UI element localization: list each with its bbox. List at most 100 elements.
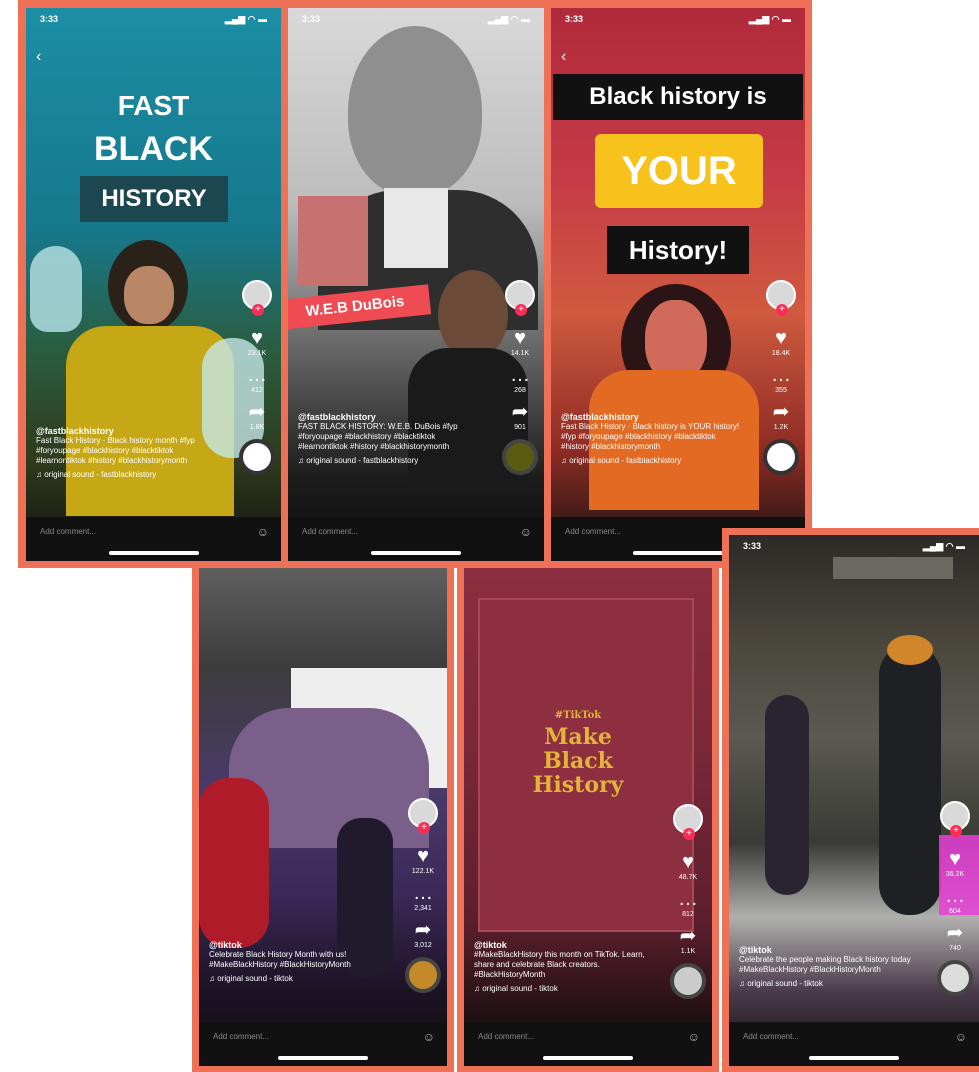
username[interactable]: @tiktok [209,940,387,950]
comment-input[interactable]: Add comment... [40,527,96,536]
comment-icon[interactable]: … [510,365,530,385]
phone-screen-make-black-history[interactable]: #TikTok Make Black History ♥ 48.7K … 812… [464,568,712,1066]
share-count: 3,012 [414,942,432,949]
action-rail: ♥ 14.1K … 268 ➦ 901 [502,280,538,475]
phone-screen-street-walk[interactable]: 3:33 ▂▄▆ ◠ ▬ ♥ 36.2K … 604 ➦ 740 @tiktok … [729,535,979,1066]
caption-block: @tiktok Celebrate the people making Blac… [739,945,919,989]
like-icon[interactable]: ♥ [417,846,429,866]
sound-label[interactable]: ♫ original sound - tiktok [739,979,919,989]
action-rail: ♥ 36.2K … 604 ➦ 740 [937,801,973,996]
username[interactable]: @fastblackhistory [298,412,484,422]
comment-count: 355 [775,387,787,394]
music-disc-icon[interactable] [937,960,973,996]
headline-black-history-is: Black history is [553,74,803,120]
caption-text: Fast Black History · Black history is YO… [561,422,740,451]
status-icons: ▂▄▆ ◠ ▬ [748,14,791,24]
phone-screen-dance-crowd[interactable]: ♥ 122.1K … 2,341 ➦ 3,012 @tiktok Celebra… [199,568,447,1066]
caption-text: #MakeBlackHistory this month on TikTok. … [474,950,645,979]
comment-count: 412 [251,387,263,394]
like-count: 36.2K [945,871,965,878]
caption-block: @tiktok #MakeBlackHistory this month on … [474,940,652,994]
creator-avatar[interactable] [242,280,272,316]
music-disc-icon[interactable] [763,439,799,475]
creator-avatar[interactable] [673,804,703,840]
comment-input[interactable]: Add comment... [213,1032,269,1041]
phone-screen-web-dubois[interactable]: 3:33▂▄▆ ◠ ▬ W.E.B DuBois ♥ 14.1K … 268 ➦… [288,8,544,561]
home-indicator [371,551,461,555]
creator-avatar[interactable] [940,801,970,837]
music-disc-icon[interactable] [502,439,538,475]
status-bar: 3:33 ▂▄▆ ◠ ▬ [743,541,965,555]
phone-screen-fast-black-history[interactable]: 3:33 ▂▄▆ ◠ ▬ ‹ FAST BLACK HISTORY ♥ 23.1K… [26,8,281,561]
like-count: 48.7K [678,874,698,881]
emoji-icon[interactable]: ☺ [955,1030,967,1044]
sound-label[interactable]: ♫ original sound - tiktok [474,984,652,994]
username[interactable]: @tiktok [739,945,919,955]
like-icon[interactable]: ♥ [682,852,694,872]
music-disc-icon[interactable] [405,957,441,993]
comment-input[interactable]: Add comment... [302,527,358,536]
comment-input[interactable]: Add comment... [565,527,621,536]
username[interactable]: @fastblackhistory [36,426,221,436]
sound-label[interactable]: ♫ original sound - fastblackhistory [561,456,745,466]
share-icon[interactable]: ➦ [249,402,266,422]
emoji-icon[interactable]: ☺ [423,1030,435,1044]
action-rail: ♥ 122.1K … 2,341 ➦ 3,012 [405,798,441,993]
emoji-icon[interactable]: ☺ [257,525,269,539]
sound-label[interactable]: ♫ original sound - fastblackhistory [36,470,221,480]
walker-hat [887,635,933,665]
creator-avatar[interactable] [408,798,438,834]
share-icon[interactable]: ➦ [773,402,790,422]
phone-screen-your-history[interactable]: 3:33 ▂▄▆ ◠ ▬ ‹ Black history is YOUR Hist… [551,8,805,561]
comment-input[interactable]: Add comment... [743,1032,799,1041]
music-disc-icon[interactable] [670,963,706,999]
walker-right [879,645,941,915]
dancer-left [199,778,269,948]
comment-icon[interactable]: … [678,889,698,909]
emoji-icon[interactable]: ☺ [520,525,532,539]
caption-text: Fast Black History · Black history month… [36,436,195,465]
creator-avatar[interactable] [505,280,535,316]
sound-label[interactable]: ♫ original sound - fastblackhistory [298,456,484,466]
emoji-icon[interactable]: ☺ [688,1030,700,1044]
status-time: 3:33 [40,14,59,24]
status-icons: ▂▄▆ ◠ ▬ [487,14,530,24]
status-time: 3:33 [743,541,762,551]
back-chevron-icon[interactable]: ‹ [36,48,41,66]
comment-input[interactable]: Add comment... [478,1032,534,1041]
like-icon[interactable]: ♥ [514,328,526,348]
sound-label[interactable]: ♫ original sound - tiktok [209,974,387,984]
share-icon[interactable]: ➦ [680,926,697,946]
like-icon[interactable]: ♥ [949,849,961,869]
share-count: 901 [514,424,526,431]
creator-avatar[interactable] [766,280,796,316]
music-disc-icon[interactable] [239,439,275,475]
back-chevron-icon[interactable]: ‹ [561,48,566,66]
comment-icon[interactable]: … [413,883,433,903]
share-count: 1.8K [249,424,265,431]
share-icon[interactable]: ➦ [947,923,964,943]
title-black: BLACK [94,130,213,168]
caption-block: @fastblackhistory Fast Black History · B… [36,426,221,480]
walker-left [765,695,809,895]
username[interactable]: @tiktok [474,940,652,950]
status-icons: ▂▄▆ ◠ ▬ [922,541,965,551]
share-icon[interactable]: ➦ [415,920,432,940]
caption-block: @tiktok Celebrate Black History Month wi… [209,940,387,984]
comment-count: 268 [514,387,526,394]
comment-count: 812 [682,911,694,918]
comment-icon[interactable]: … [771,365,791,385]
like-icon[interactable]: ♥ [251,328,263,348]
share-icon[interactable]: ➦ [512,402,529,422]
like-count: 122.1K [411,868,435,875]
username[interactable]: @fastblackhistory [561,412,745,422]
share-count: 1.1K [680,948,696,955]
like-icon[interactable]: ♥ [775,328,787,348]
comment-icon[interactable]: … [945,886,965,906]
book-title-make: Make [544,724,612,750]
inset-photo [298,196,368,286]
share-count: 1.2K [773,424,789,431]
action-rail: ♥ 18.4K … 355 ➦ 1.2K [763,280,799,475]
comment-icon[interactable]: … [247,365,267,385]
creator-face [438,270,508,360]
